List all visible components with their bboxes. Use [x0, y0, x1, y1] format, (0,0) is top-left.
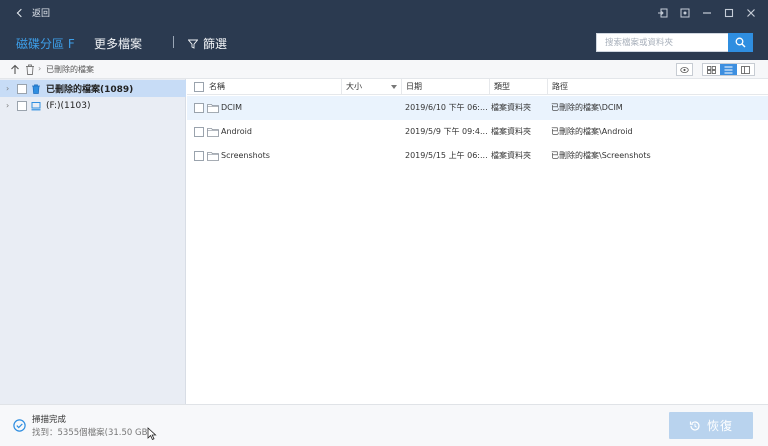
tree-checkbox[interactable]: [17, 100, 27, 111]
window-controls: [656, 0, 758, 25]
settings-icon[interactable]: [678, 6, 692, 20]
file-date: 2019/6/10 下午 06:...: [405, 103, 487, 112]
back-label: 返回: [32, 9, 51, 19]
table-header: 名稱 大小 日期 類型 路徑: [187, 79, 768, 95]
breadcrumb-separator: ›: [38, 64, 42, 73]
file-name: DCIM: [221, 103, 243, 112]
sort-caret-icon: [391, 85, 397, 89]
table-row[interactable]: DCIM 2019/6/10 下午 06:... 檔案資料夾 已刪除的檔案\DC…: [187, 96, 768, 120]
file-type: 檔案資料夾: [491, 127, 531, 136]
title-bar: 返回: [0, 0, 768, 25]
tab-partition[interactable]: 磁碟分區 F: [16, 35, 75, 52]
found-count: 找到：5355個檔案(31.50 GB): [32, 428, 151, 438]
folder-icon: [207, 104, 219, 113]
search-box: [596, 33, 728, 52]
tree-checkbox[interactable]: [17, 83, 27, 94]
search-icon: [735, 37, 746, 48]
restore-icon: [689, 420, 700, 431]
sidebar-item-count: (1089): [100, 85, 134, 95]
column-header-size-label: 大小: [346, 82, 362, 91]
select-all-checkbox[interactable]: [194, 82, 204, 92]
sidebar-item-drive-f[interactable]: › (F:)(1103): [0, 97, 186, 114]
list-icon: [724, 66, 733, 73]
sidebar-item-label: 已刪除的檔案: [46, 85, 101, 95]
mouse-cursor-icon: [147, 427, 157, 441]
file-path: 已刪除的檔案\Android: [551, 127, 633, 136]
eye-icon: [680, 66, 689, 73]
chevron-right-icon[interactable]: ›: [6, 101, 9, 110]
grid-icon: [707, 65, 716, 74]
sidebar-tree: › 已刪除的檔案(1089) › (F:)(1103): [0, 79, 186, 404]
breadcrumb[interactable]: 已刪除的檔案: [46, 64, 94, 75]
login-icon[interactable]: [656, 6, 670, 20]
list-view-button[interactable]: [720, 64, 737, 75]
chevron-left-icon: [16, 8, 26, 17]
nav-divider: [173, 36, 174, 48]
file-size: [345, 96, 399, 120]
arrow-up-icon[interactable]: [10, 64, 20, 75]
check-circle-icon: [13, 419, 26, 432]
minimize-icon[interactable]: [700, 6, 714, 20]
close-icon[interactable]: [744, 6, 758, 20]
column-header-name[interactable]: 名稱: [205, 79, 341, 95]
table-row[interactable]: Screenshots 2019/5/15 上午 06:... 檔案資料夾 已刪…: [187, 144, 768, 168]
status-bar: 掃描完成 找到：5355個檔案(31.50 GB) 恢復: [0, 404, 768, 446]
recover-button[interactable]: 恢復: [669, 412, 753, 439]
file-path: 已刪除的檔案\Screenshots: [551, 151, 651, 160]
row-checkbox[interactable]: [194, 127, 204, 137]
trash-icon: [32, 83, 40, 94]
folder-icon: [207, 152, 219, 161]
trash-icon: [26, 64, 34, 75]
detail-view-icon: [741, 65, 750, 74]
file-size: [345, 144, 399, 168]
preview-toggle[interactable]: [676, 63, 693, 76]
file-type: 檔案資料夾: [491, 103, 531, 112]
sidebar-item-label: (F:): [46, 100, 61, 111]
tab-more-files[interactable]: 更多檔案: [94, 35, 142, 52]
file-type: 檔案資料夾: [491, 151, 531, 160]
filter-button[interactable]: 篩選: [188, 35, 227, 52]
search-input[interactable]: [597, 34, 728, 51]
search-button[interactable]: [728, 33, 753, 52]
file-size: [345, 120, 399, 144]
file-name: Screenshots: [221, 151, 270, 160]
back-button[interactable]: 返回: [0, 0, 50, 25]
nav-bar: 磁碟分區 F 更多檔案 篩選: [0, 25, 768, 60]
recover-label: 恢復: [706, 419, 733, 433]
file-name: Android: [221, 127, 252, 136]
file-date: 2019/5/9 下午 09:4...: [405, 127, 487, 136]
detail-view-button[interactable]: [737, 64, 754, 75]
file-list: 名稱 大小 日期 類型 路徑 DCIM 2019/6/10 下午 06:... …: [187, 79, 768, 404]
file-date: 2019/5/15 上午 06:...: [405, 151, 487, 160]
view-mode-group: [702, 63, 755, 76]
sidebar-item-deleted-files[interactable]: › 已刪除的檔案(1089): [0, 80, 186, 97]
drive-icon: [31, 101, 41, 110]
path-toolbar: › 已刪除的檔案: [0, 60, 768, 79]
scan-status: 掃描完成: [32, 415, 67, 425]
grid-view-button[interactable]: [703, 64, 720, 75]
maximize-icon[interactable]: [722, 6, 736, 20]
column-header-date[interactable]: 日期: [401, 79, 489, 95]
filter-label: 篩選: [203, 37, 228, 51]
folder-icon: [207, 128, 219, 137]
column-header-type[interactable]: 類型: [489, 79, 547, 95]
column-header-size[interactable]: 大小: [341, 79, 401, 95]
table-row[interactable]: Android 2019/5/9 下午 09:4... 檔案資料夾 已刪除的檔案…: [187, 120, 768, 144]
file-path: 已刪除的檔案\DCIM: [551, 103, 623, 112]
row-checkbox[interactable]: [194, 151, 204, 161]
column-header-path[interactable]: 路徑: [547, 79, 768, 95]
chevron-right-icon[interactable]: ›: [6, 84, 9, 93]
sidebar-item-count: (1103): [60, 100, 91, 111]
filter-icon: [188, 39, 198, 49]
row-checkbox[interactable]: [194, 103, 204, 113]
